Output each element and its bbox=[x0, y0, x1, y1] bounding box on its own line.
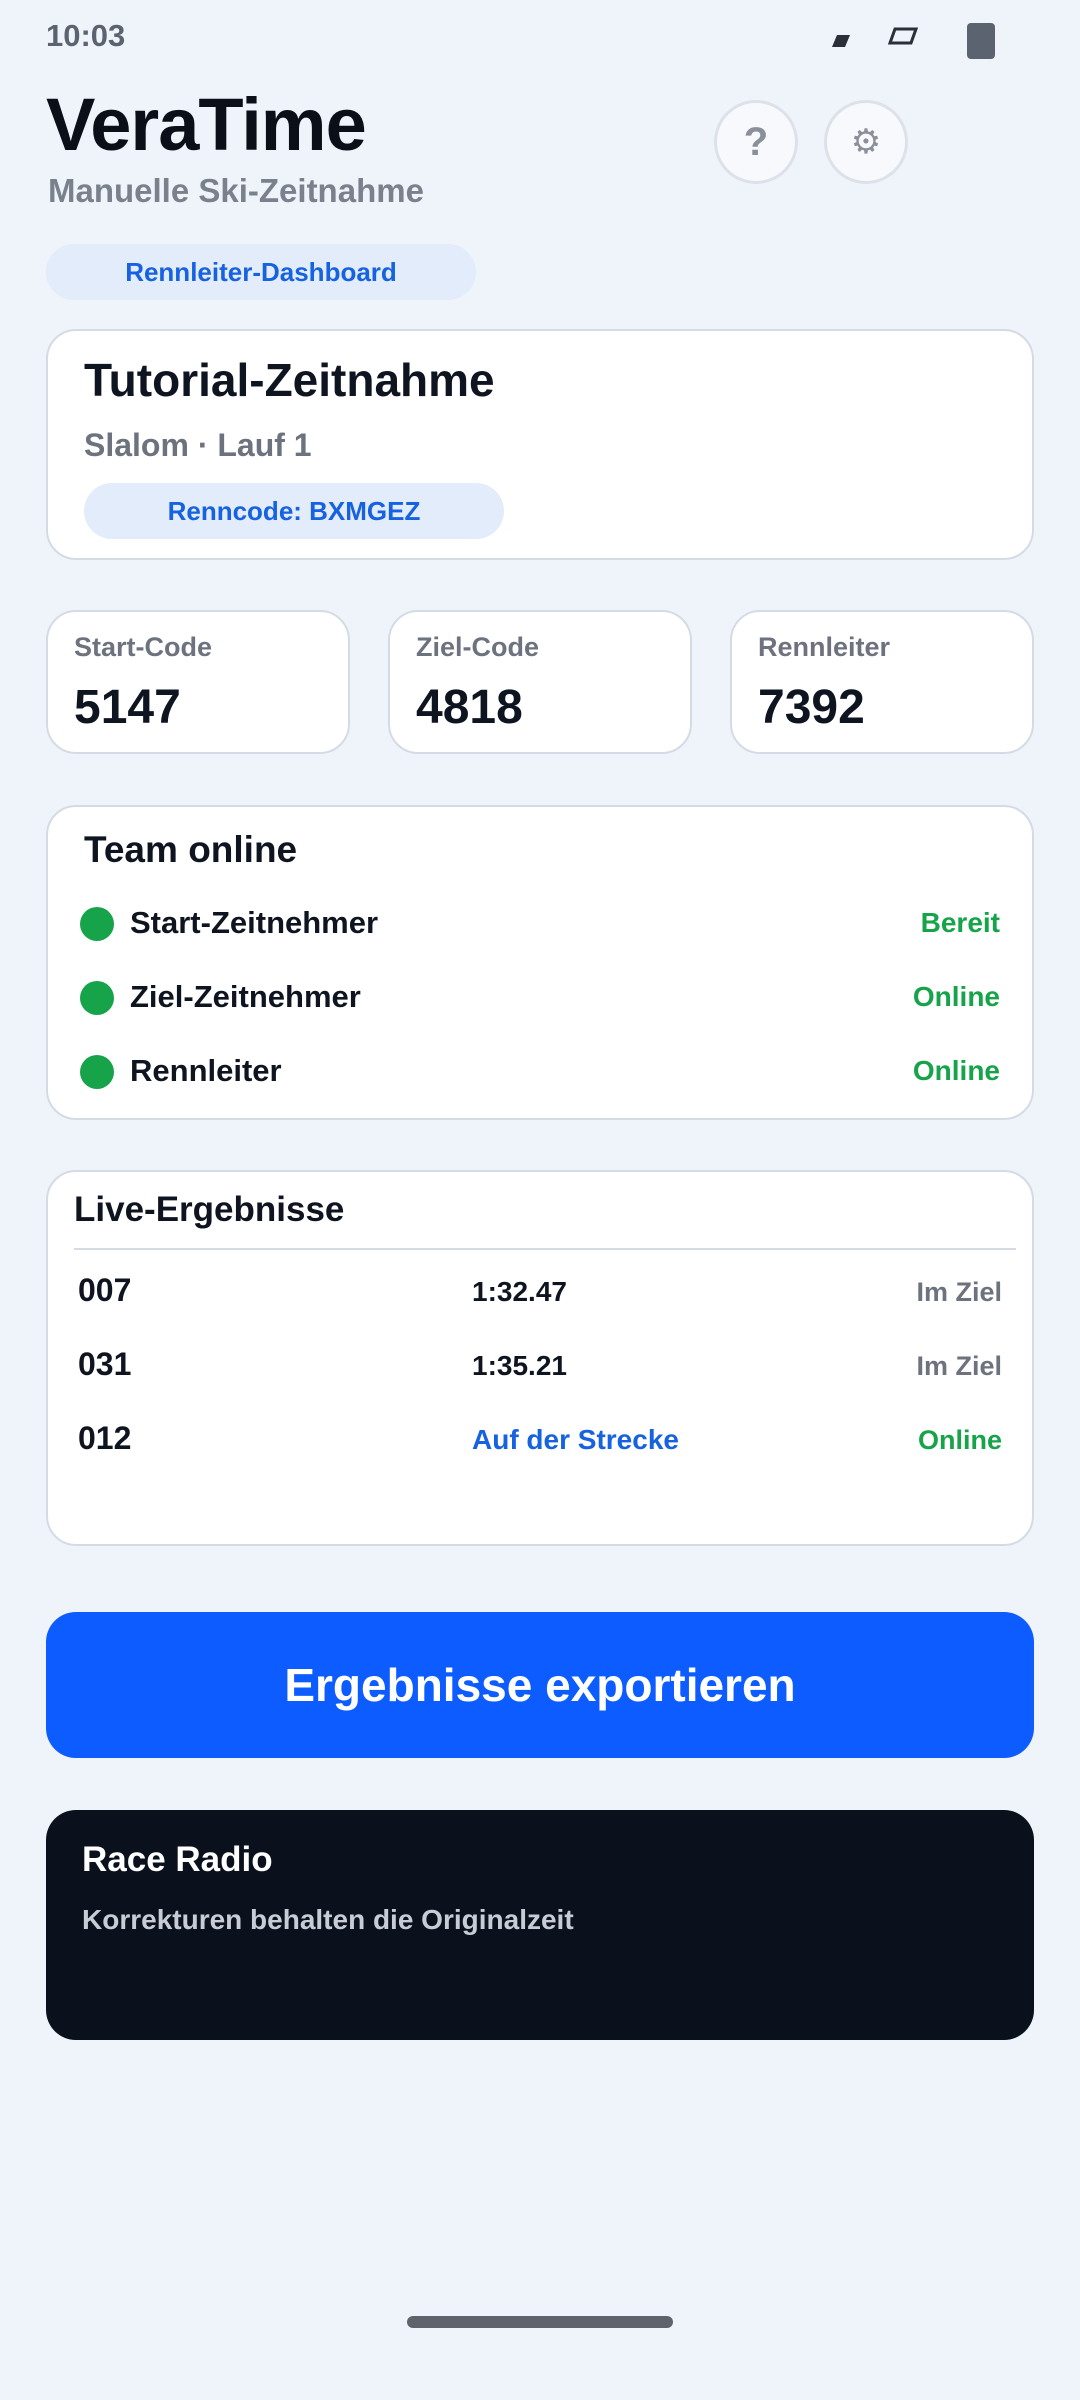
team-member-row: Start-Zeitnehmer Bereit bbox=[80, 903, 1000, 947]
member-name: Start-Zeitnehmer bbox=[130, 905, 379, 940]
race-code-badge: Renncode: BXMGEZ bbox=[84, 483, 504, 539]
app-title: VeraTime bbox=[46, 83, 367, 166]
signal-icon bbox=[832, 34, 850, 52]
team-card: Team online Start-Zeitnehmer Bereit Ziel… bbox=[46, 805, 1034, 1120]
race-radio-title: Race Radio bbox=[82, 1840, 273, 1879]
result-state: Online bbox=[917, 1425, 1002, 1455]
member-name: Rennleiter bbox=[130, 1053, 282, 1088]
code-value: 4818 bbox=[416, 681, 523, 734]
code-value: 7392 bbox=[758, 681, 865, 734]
team-title: Team online bbox=[84, 829, 298, 870]
team-member-row: Rennleiter Online bbox=[80, 1051, 1000, 1095]
export-results-button[interactable]: Ergebnisse exportieren bbox=[46, 1612, 1034, 1758]
finish-code-card: Ziel-Code 4818 bbox=[388, 610, 692, 754]
help-icon: ? bbox=[743, 119, 769, 164]
result-time: 1:35.21 bbox=[472, 1350, 567, 1381]
wifi-icon bbox=[887, 27, 919, 50]
code-value: 5147 bbox=[74, 681, 181, 734]
settings-button[interactable]: ⚙ bbox=[824, 100, 908, 184]
code-label: Rennleiter bbox=[758, 632, 891, 662]
status-dot bbox=[80, 981, 114, 1015]
director-code-card: Rennleiter 7392 bbox=[730, 610, 1034, 754]
status-time: 10:03 bbox=[46, 18, 126, 53]
result-bib: 012 bbox=[78, 1420, 132, 1456]
live-results-card: Live-Ergebnisse 007 1:32.47 Im Ziel 031 … bbox=[46, 1170, 1034, 1546]
member-status: Online bbox=[912, 981, 1000, 1012]
member-name: Ziel-Zeitnehmer bbox=[130, 979, 361, 1014]
member-status: Bereit bbox=[920, 907, 1000, 938]
home-indicator[interactable] bbox=[407, 2316, 673, 2328]
race-card: Tutorial-Zeitnahme Slalom · Lauf 1 Rennc… bbox=[46, 329, 1034, 560]
status-dot bbox=[80, 1055, 114, 1089]
status-dot bbox=[80, 907, 114, 941]
app-subtitle: Manuelle Ski-Zeitnahme bbox=[48, 172, 424, 209]
gear-icon: ⚙ bbox=[850, 123, 882, 161]
member-status: Online bbox=[912, 1055, 1000, 1086]
live-results-title: Live-Ergebnisse bbox=[74, 1190, 345, 1229]
race-radio-panel: Race Radio Korrekturen behalten die Orig… bbox=[46, 1810, 1034, 2040]
race-title: Tutorial-Zeitnahme bbox=[84, 354, 495, 406]
start-code-card: Start-Code 5147 bbox=[46, 610, 350, 754]
result-time: 1:32.47 bbox=[472, 1276, 567, 1307]
help-button[interactable]: ? bbox=[714, 100, 798, 184]
result-time: Auf der Strecke bbox=[472, 1424, 679, 1455]
result-state: Im Ziel bbox=[916, 1277, 1002, 1307]
result-bib: 007 bbox=[78, 1272, 132, 1308]
result-state: Im Ziel bbox=[916, 1351, 1002, 1381]
code-label: Ziel-Code bbox=[416, 632, 540, 662]
battery-icon bbox=[966, 22, 996, 65]
result-bib: 031 bbox=[78, 1346, 132, 1382]
race-subtitle: Slalom · Lauf 1 bbox=[84, 427, 312, 463]
team-member-row: Ziel-Zeitnehmer Online bbox=[80, 977, 1000, 1021]
dashboard-pill: Rennleiter-Dashboard bbox=[46, 244, 476, 300]
race-radio-message: Korrekturen behalten die Originalzeit bbox=[82, 1904, 574, 1935]
code-label: Start-Code bbox=[74, 632, 213, 662]
divider bbox=[74, 1248, 1016, 1250]
